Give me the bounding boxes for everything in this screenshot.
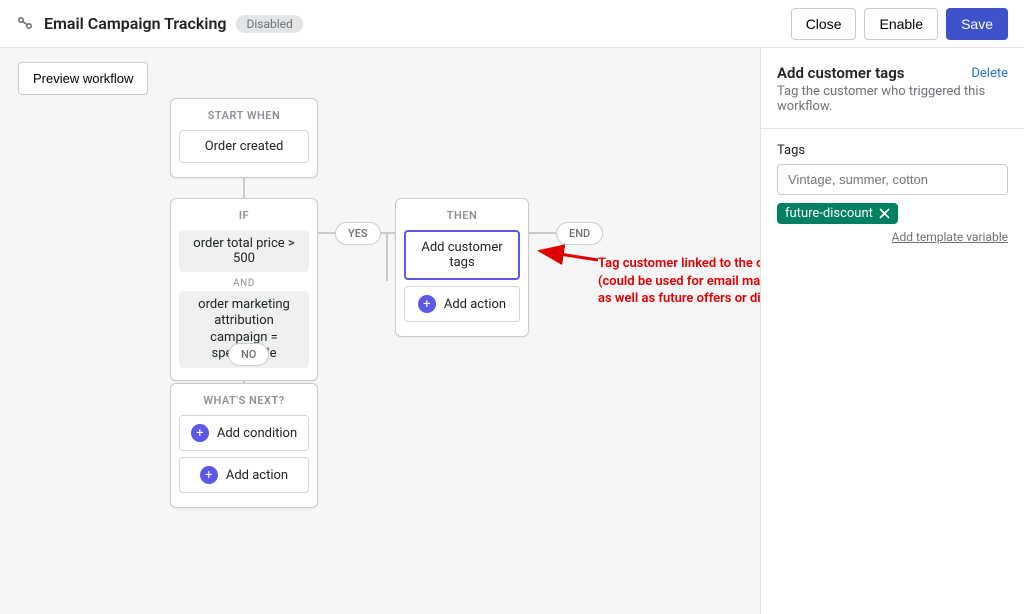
end-pill: END [556, 222, 603, 245]
enable-button[interactable]: Enable [864, 8, 938, 40]
and-label: AND [179, 276, 309, 291]
app-header: Email Campaign Tracking Disabled Close E… [0, 0, 1024, 48]
close-icon[interactable] [879, 208, 890, 219]
add-condition-button[interactable]: + Add condition [179, 415, 309, 451]
then-node-title: THEN [396, 199, 528, 230]
connector-spacer [386, 281, 388, 284]
if-node-title: IF [171, 199, 317, 230]
tags-input[interactable] [777, 164, 1008, 195]
page-title: Email Campaign Tracking [44, 14, 226, 33]
add-action-label: Add action [226, 468, 288, 483]
close-button[interactable]: Close [791, 8, 857, 40]
start-node-title: START WHEN [171, 99, 317, 130]
then-node[interactable]: THEN Add customer tags + Add action [395, 198, 529, 337]
then-add-action-button[interactable]: + Add action [404, 286, 520, 322]
whats-next-title: WHAT'S NEXT? [171, 384, 317, 415]
tag-chip-label: future-discount [785, 206, 873, 221]
then-action[interactable]: Add customer tags [404, 230, 520, 280]
start-node[interactable]: START WHEN Order created [170, 98, 318, 178]
plus-icon: + [191, 424, 209, 442]
properties-panel: Add customer tags Delete Tag the custome… [760, 48, 1024, 614]
preview-workflow-button[interactable]: Preview workflow [18, 62, 148, 95]
plus-icon: + [200, 466, 218, 484]
add-action-button[interactable]: + Add action [179, 457, 309, 493]
save-button[interactable]: Save [946, 8, 1008, 40]
condition-1[interactable]: order total price > 500 [179, 230, 309, 272]
plus-icon: + [418, 295, 436, 313]
whats-next-node[interactable]: WHAT'S NEXT? + Add condition + Add actio… [170, 383, 318, 508]
then-add-action-label: Add action [444, 297, 506, 312]
annotation-arrows [0, 48, 760, 614]
tags-label: Tags [777, 143, 1008, 158]
add-condition-label: Add condition [217, 426, 297, 441]
start-trigger[interactable]: Order created [179, 130, 309, 163]
no-pill: NO [228, 343, 269, 366]
panel-divider [761, 128, 1024, 129]
delete-link[interactable]: Delete [971, 66, 1008, 81]
workflow-canvas[interactable]: Preview workflow START WHEN Order create… [0, 48, 760, 614]
workflow-icon [16, 15, 34, 33]
connector-vertical [386, 232, 388, 281]
yes-pill: YES [335, 222, 381, 245]
tag-chip[interactable]: future-discount [777, 203, 898, 224]
add-template-variable-link[interactable]: Add template variable [777, 230, 1008, 244]
panel-description: Tag the customer who triggered this work… [777, 84, 1008, 114]
panel-title: Add customer tags [777, 64, 904, 82]
status-badge: Disabled [236, 15, 302, 33]
